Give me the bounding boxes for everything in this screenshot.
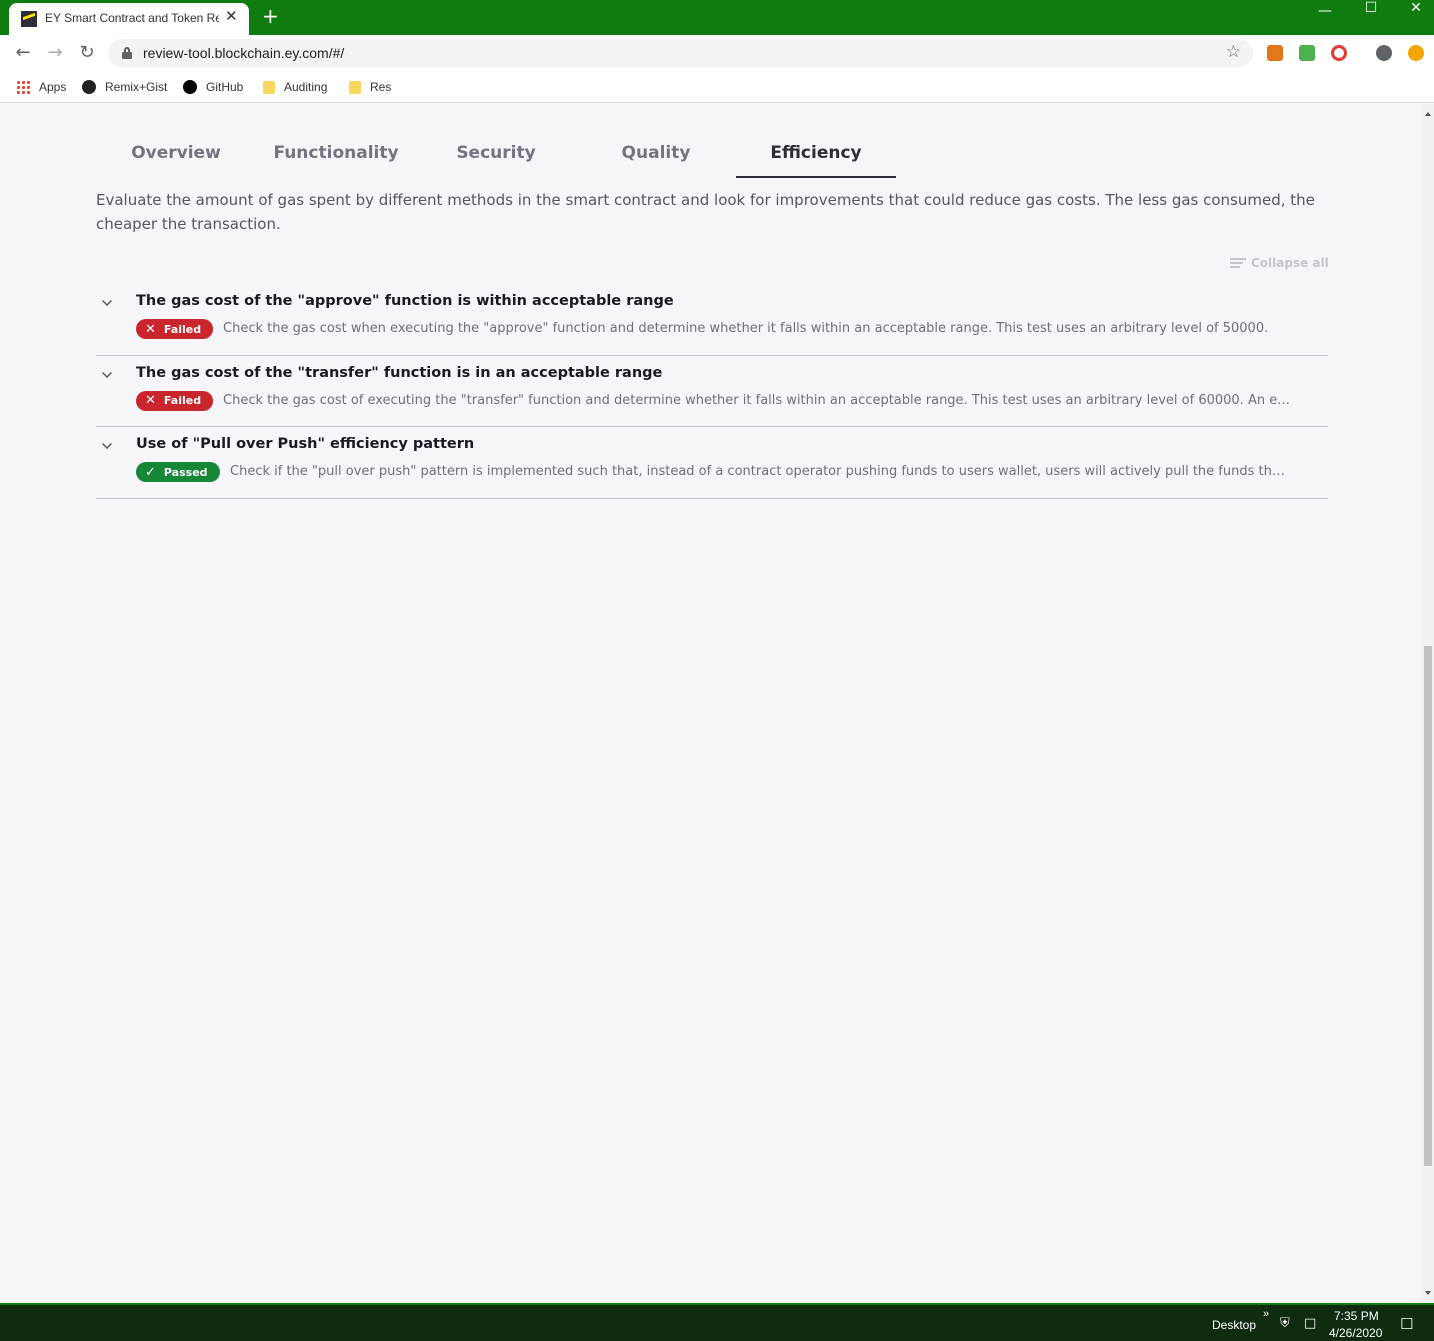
scroll-thumb[interactable]: [1424, 646, 1432, 1166]
tab-title: EY Smart Contract and Token Review: [45, 11, 219, 25]
x-icon: ✕: [145, 393, 156, 408]
profile-avatar-icon[interactable]: [1376, 45, 1392, 61]
collapse-all-button[interactable]: Collapse all: [1230, 256, 1329, 270]
status-badge: ✕ Failed: [136, 390, 214, 411]
item-description: Check the gas cost when executing the "a…: [223, 321, 1269, 336]
url-text[interactable]: review-tool.blockchain.ey.com/#/: [143, 45, 344, 61]
metamask-icon[interactable]: [1267, 45, 1283, 61]
tab-security[interactable]: Security: [416, 132, 576, 178]
status-badge: ✕ Failed: [136, 319, 214, 339]
toolbar-chevron-icon[interactable]: »: [1263, 1308, 1269, 1320]
list-item[interactable]: The gas cost of the "transfer" function …: [96, 356, 1328, 427]
bookmark-label: Res: [370, 80, 392, 94]
item-description: Check the gas cost of executing the "tra…: [223, 392, 1293, 408]
collapse-all-label: Collapse all: [1251, 256, 1329, 270]
tab-functionality[interactable]: Functionality: [256, 132, 416, 178]
reload-icon[interactable]: ↻: [77, 43, 97, 63]
github-icon: [183, 80, 197, 94]
collapse-lines-icon: [1230, 258, 1246, 268]
network-icon[interactable]: □: [1304, 1316, 1316, 1331]
scroll-up-arrow-icon[interactable]: [1425, 112, 1431, 116]
bookmark-remix[interactable]: Remix+Gist: [82, 78, 167, 96]
new-tab-button[interactable]: +: [262, 6, 279, 26]
clock-time[interactable]: 7:35 PM: [1334, 1309, 1379, 1323]
bookmark-label: Remix+Gist: [105, 80, 168, 94]
update-icon[interactable]: [1408, 45, 1424, 61]
folder-icon: [349, 80, 361, 94]
address-bar[interactable]: review-tool.blockchain.ey.com/#/ ☆: [108, 39, 1253, 67]
status-label: Failed: [163, 394, 202, 407]
browser-toolbar: ← → ↻ review-tool.blockchain.ey.com/#/ ☆: [0, 35, 1434, 71]
check-icon: ✓: [145, 464, 156, 480]
item-title: The gas cost of the "approve" function i…: [136, 293, 674, 309]
folder-icon: [263, 80, 275, 94]
desktop-toolbar-label[interactable]: Desktop: [1212, 1318, 1256, 1332]
list-item[interactable]: The gas cost of the "approve" function i…: [96, 284, 1328, 356]
x-icon: ✕: [145, 321, 156, 337]
chevron-down-icon[interactable]: [102, 439, 112, 449]
status-label: Failed: [163, 322, 202, 336]
lock-icon: [122, 47, 132, 59]
ey-logo-icon: [21, 11, 37, 27]
tab-quality[interactable]: Quality: [576, 132, 736, 178]
back-arrow-icon[interactable]: ←: [13, 43, 33, 63]
apps-grid-icon: [16, 80, 30, 94]
tab-close-icon[interactable]: ✕: [225, 9, 238, 24]
bookmarks-bar: Apps Remix+Gist GitHub Auditing Res: [0, 71, 1434, 103]
chevron-down-icon[interactable]: [102, 296, 112, 306]
section-description: Evaluate the amount of gas spent by diff…: [96, 191, 1315, 233]
grammar-check-icon[interactable]: [1299, 45, 1315, 61]
scroll-down-arrow-icon[interactable]: [1425, 1291, 1431, 1295]
list-item[interactable]: Use of "Pull over Push" efficiency patte…: [96, 427, 1328, 499]
bookmark-apps[interactable]: Apps: [16, 78, 66, 96]
minimize-button[interactable]: —: [1302, 4, 1348, 34]
notifications-icon[interactable]: ☐: [1400, 1315, 1413, 1333]
bookmark-label: GitHub: [206, 80, 244, 94]
remix-icon: [82, 80, 96, 94]
test-results-list: The gas cost of the "approve" function i…: [96, 284, 1328, 499]
browser-titlebar: EY Smart Contract and Token Review ✕ + —…: [0, 0, 1434, 35]
bookmark-auditing[interactable]: Auditing: [263, 78, 327, 96]
security-shield-icon[interactable]: ⛨: [1280, 1316, 1290, 1331]
item-description: Check if the "pull over push" pattern is…: [230, 464, 1290, 479]
bookmark-star-icon[interactable]: ☆: [1226, 42, 1241, 62]
browser-tab[interactable]: EY Smart Contract and Token Review ✕: [9, 3, 249, 35]
clock-date[interactable]: 4/26/2020: [1329, 1326, 1382, 1340]
close-window-button[interactable]: ✕: [1393, 1, 1434, 31]
windows-taskbar: Desktop » ⛨ □ 7:35 PM 4/26/2020 ☐: [0, 1303, 1434, 1341]
bookmark-label: Apps: [39, 80, 67, 94]
status-label: Passed: [163, 465, 208, 479]
chevron-down-icon[interactable]: [102, 367, 112, 378]
bookmark-res[interactable]: Res: [349, 78, 391, 96]
tab-overview[interactable]: Overview: [96, 132, 256, 178]
page-content: Overview Functionality Security Quality …: [0, 104, 1422, 1303]
item-title: Use of "Pull over Push" efficiency patte…: [136, 436, 475, 452]
maximize-button[interactable]: ☐: [1348, 1, 1394, 31]
forward-arrow-icon[interactable]: →: [45, 43, 65, 63]
page-scrollbar[interactable]: [1422, 104, 1434, 1303]
extension-icon[interactable]: [1331, 45, 1347, 61]
bookmark-label: Auditing: [284, 80, 328, 94]
item-title: The gas cost of the "transfer" function …: [136, 364, 663, 381]
bookmark-github[interactable]: GitHub: [183, 78, 243, 96]
tab-efficiency[interactable]: Efficiency: [736, 132, 896, 178]
status-badge: ✓ Passed: [136, 462, 220, 482]
